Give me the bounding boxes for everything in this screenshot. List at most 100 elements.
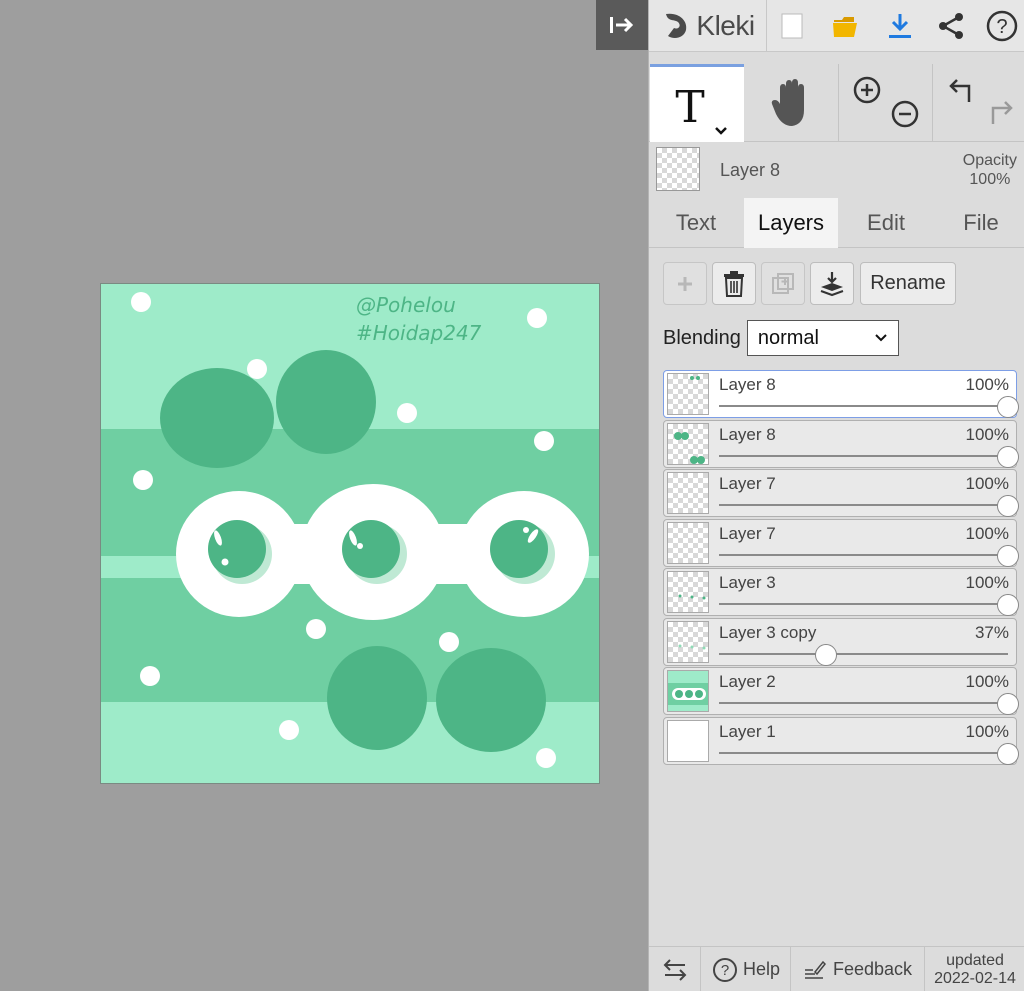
text-tool-icon: T (675, 82, 727, 135)
merge-down-button[interactable] (810, 262, 854, 305)
layer-row[interactable]: Layer 7 100% (663, 518, 1019, 567)
undo-redo-buttons (933, 64, 1024, 142)
layer-row[interactable]: Layer 1 100% (663, 716, 1019, 765)
zoom-buttons (839, 64, 933, 142)
drawing-canvas[interactable]: @Pohelou #Hoidap247 (100, 283, 600, 784)
feedback-label: Feedback (832, 959, 913, 979)
tab-edit[interactable]: Edit (839, 198, 933, 247)
layer-opacity-handle[interactable] (814, 643, 837, 666)
swap-side-button[interactable] (649, 947, 701, 991)
layer-row[interactable]: Layer 3 copy 37% (663, 617, 1017, 666)
layer-thumbnail (667, 571, 709, 613)
layer-opacity-slider[interactable] (719, 454, 1008, 457)
redo-icon[interactable] (977, 94, 1017, 134)
tab-file[interactable]: File (934, 198, 1024, 247)
tab-layers[interactable]: Layers (744, 198, 838, 248)
zoom-out-icon[interactable] (885, 94, 925, 134)
layer-name: Layer 3 (719, 573, 776, 592)
new-image-button[interactable] (767, 0, 817, 52)
layer-thumbnail (667, 373, 709, 415)
kleki-logo-icon (666, 13, 687, 38)
layer-opacity: 100% (965, 672, 1009, 691)
current-layer-opacity: Opacity 100% (963, 151, 1017, 189)
rename-layer-button[interactable]: Rename (860, 262, 956, 305)
svg-text:T: T (675, 82, 704, 133)
feedback-pen-icon (804, 960, 826, 979)
save-image-button[interactable] (875, 0, 925, 52)
kleki-logo[interactable]: Kleki (649, 0, 767, 52)
share-icon (939, 13, 963, 39)
help-icon: ? (986, 10, 1018, 42)
watermark-line-1: @Pohelou (356, 293, 456, 317)
layer-opacity-slider[interactable] (719, 702, 1008, 704)
layer-row[interactable]: Layer 8 100% (663, 419, 1019, 468)
blending-row: Blending normal (663, 320, 899, 356)
download-icon (889, 14, 911, 38)
duplicate-icon (772, 272, 794, 294)
current-layer-info: Layer 8 Opacity 100% (649, 142, 1024, 198)
layer-opacity-handle[interactable] (997, 594, 1019, 616)
layer-opacity-slider[interactable] (719, 603, 1008, 605)
layer-opacity-handle[interactable] (997, 693, 1019, 715)
layer-name: Layer 1 (719, 721, 776, 741)
layer-thumbnail (667, 521, 709, 564)
layer-name: Layer 7 (719, 474, 776, 493)
hand-tool-button[interactable] (745, 64, 839, 142)
text-tool-button[interactable]: T (650, 64, 744, 142)
layer-name: Layer 3 copy (719, 622, 817, 642)
layer-opacity-handle[interactable] (997, 396, 1019, 418)
layer-opacity-handle[interactable] (997, 544, 1019, 567)
svg-text:?: ? (996, 16, 1007, 38)
layer-opacity-slider[interactable] (719, 504, 1008, 506)
new-file-icon (781, 13, 803, 39)
duplicate-layer-button[interactable] (761, 262, 805, 305)
layer-opacity-slider[interactable] (719, 553, 1008, 556)
blending-select[interactable]: normal (746, 320, 899, 356)
panel-tabs: Text Layers Edit File (649, 198, 1024, 248)
layer-opacity: 37% (974, 622, 1009, 642)
watermark-line-2: #Hoidap247 (356, 321, 482, 345)
current-layer-thumbnail (656, 147, 700, 191)
layer-opacity-handle[interactable] (997, 742, 1019, 765)
share-button[interactable] (927, 0, 975, 52)
plus-icon (678, 276, 692, 291)
updated-info[interactable]: updated 2022-02-14 (925, 947, 1024, 991)
layer-name: Layer 2 (719, 672, 776, 691)
layer-row[interactable]: Layer 3 100% (663, 568, 1019, 616)
layer-opacity-handle[interactable] (997, 445, 1019, 468)
layer-thumbnail (667, 472, 709, 514)
layer-list: Layer 8 100% Layer 8 100% Layer 7 100% Layer 7… (663, 370, 1019, 766)
app-name: Kleki (696, 10, 755, 41)
tab-text[interactable]: Text (649, 198, 743, 247)
layer-opacity: 100% (965, 375, 1009, 394)
layer-opacity: 100% (965, 721, 1009, 741)
updated-label: updated (946, 951, 1004, 969)
tool-row: T (649, 64, 1024, 142)
layer-opacity: 100% (965, 474, 1009, 493)
layer-row[interactable]: Layer 2 100% (663, 667, 1019, 715)
collapse-sidebar-button[interactable] (596, 0, 648, 50)
help-link[interactable]: ? Help (701, 947, 791, 991)
blending-label: Blending (663, 326, 741, 349)
layer-opacity-handle[interactable] (997, 495, 1019, 517)
merge-down-icon (820, 271, 844, 296)
delete-layer-button[interactable] (712, 262, 756, 305)
layer-opacity: 100% (965, 573, 1009, 592)
layer-thumbnail (667, 719, 709, 762)
layer-row[interactable]: Layer 7 100% (663, 469, 1019, 517)
layer-opacity-slider[interactable] (719, 751, 1008, 754)
hand-icon (771, 79, 804, 126)
current-layer-name: Layer 8 (720, 160, 781, 180)
open-image-button[interactable] (821, 0, 871, 52)
add-layer-button[interactable] (663, 262, 707, 305)
layer-name: Layer 8 (719, 424, 776, 444)
layer-opacity-slider[interactable] (719, 405, 1008, 407)
swap-arrows-icon (663, 958, 686, 981)
layer-opacity-slider[interactable] (719, 652, 1008, 655)
layer-thumbnail (667, 670, 709, 712)
feedback-link[interactable]: Feedback (791, 947, 925, 991)
help-button[interactable]: ? (979, 0, 1024, 52)
layer-row[interactable]: Layer 8 100% (663, 370, 1019, 418)
svg-text:?: ? (721, 962, 729, 979)
updated-date: 2022-02-14 (934, 969, 1016, 987)
